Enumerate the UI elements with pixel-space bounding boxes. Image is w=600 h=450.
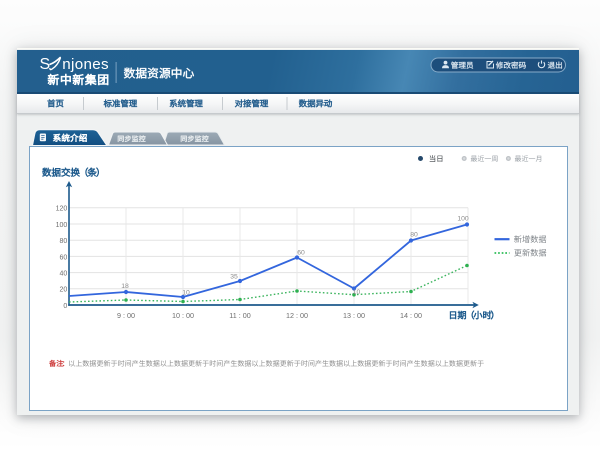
svg-text:13 : 00: 13 : 00	[343, 311, 365, 320]
svg-text:12 : 00: 12 : 00	[286, 311, 308, 320]
svg-text:njones: njones	[62, 56, 109, 73]
svg-text:S: S	[40, 56, 51, 73]
svg-text:60: 60	[60, 254, 68, 261]
svg-text:0: 0	[63, 303, 67, 310]
svg-text:40: 40	[60, 271, 68, 278]
svg-text:11 : 00: 11 : 00	[229, 311, 250, 320]
svg-text:100: 100	[457, 216, 469, 223]
svg-text:100: 100	[56, 222, 68, 229]
svg-text:60: 60	[297, 250, 305, 257]
svg-text:20: 20	[60, 287, 68, 294]
svg-text:9 : 00: 9 : 00	[117, 311, 135, 320]
svg-text:18: 18	[121, 283, 129, 290]
svg-text:120: 120	[56, 206, 68, 213]
svg-text:80: 80	[60, 238, 68, 245]
svg-text:35: 35	[230, 274, 238, 281]
svg-text:10: 10	[353, 289, 361, 296]
svg-text:14 : 00: 14 : 00	[400, 311, 422, 320]
svg-text:10 : 00: 10 : 00	[172, 311, 194, 320]
svg-text:10: 10	[182, 290, 190, 297]
svg-text:80: 80	[410, 232, 418, 239]
